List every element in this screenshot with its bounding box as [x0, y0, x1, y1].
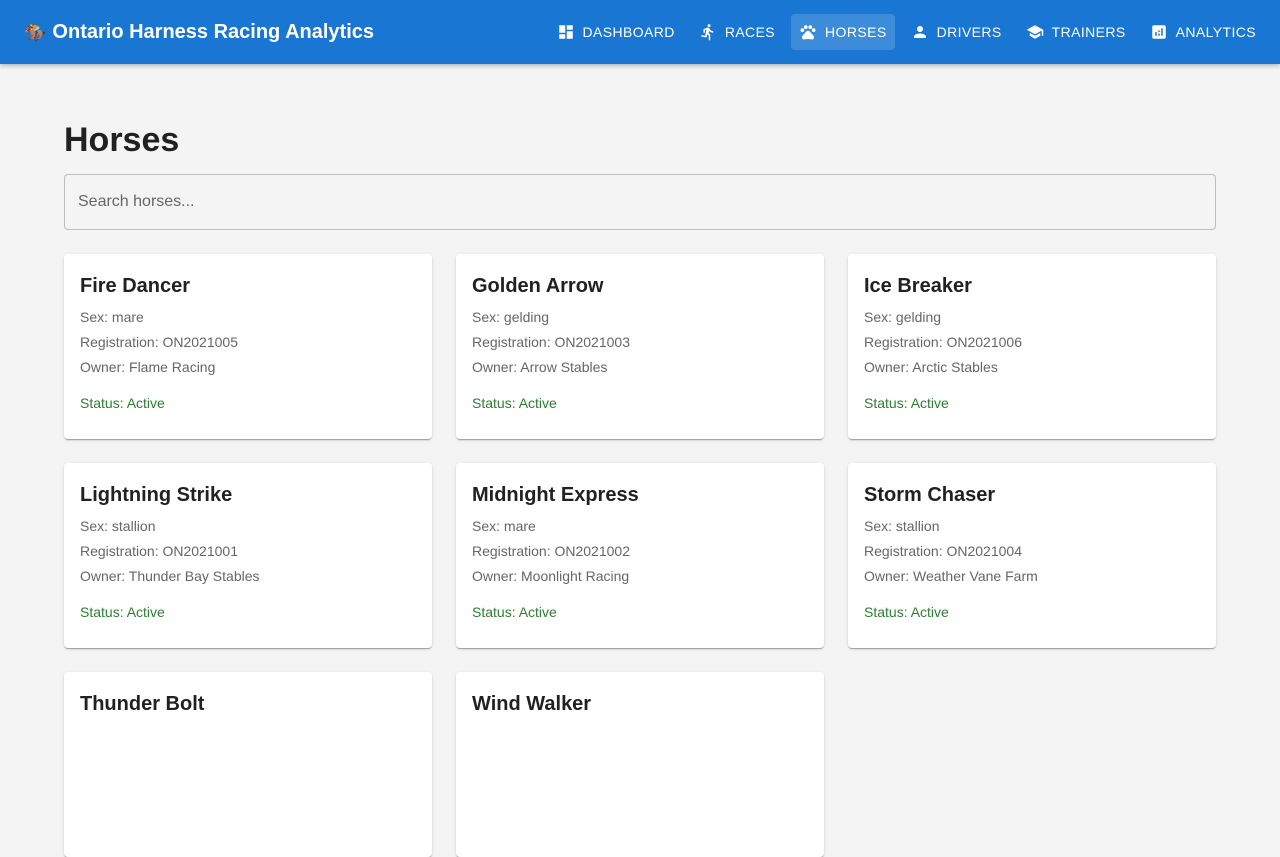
search-input[interactable] — [64, 174, 1216, 230]
horse-registration: Registration: ON2021001 — [80, 543, 238, 559]
horse-name: Fire Dancer — [80, 275, 191, 297]
horse-sex: Sex: mare — [80, 309, 144, 325]
horse-name: Golden Arrow — [472, 275, 604, 297]
horse-card[interactable]: Golden Arrow Sex: gelding Registration: … — [456, 254, 824, 439]
horse-sex: Sex: mare — [472, 518, 536, 534]
horse-owner: Owner: Thunder Bay Stables — [80, 568, 260, 584]
nav-trainers-label: TRAINERS — [1051, 24, 1126, 40]
horse-registration: Registration: ON2021002 — [472, 543, 630, 559]
horse-sex: Sex: gelding — [864, 309, 942, 325]
nav-dashboard-label: DASHBOARD — [582, 24, 675, 40]
nav-analytics-label: ANALYTICS — [1175, 24, 1256, 40]
nav-trainers-button[interactable]: TRAINERS — [1018, 14, 1134, 50]
horse-card-grid: Fire Dancer Sex: mare Registration: ON20… — [64, 254, 1216, 857]
horse-registration: Registration: ON2021004 — [864, 543, 1022, 559]
horse-owner: Owner: Moonlight Racing — [472, 568, 630, 584]
horse-card[interactable]: Lightning Strike Sex: stallion Registrat… — [64, 463, 432, 648]
run-icon — [700, 24, 714, 41]
horse-owner: Owner: Arrow Stables — [472, 359, 608, 375]
nav-horses-button[interactable]: HORSES — [791, 14, 895, 50]
nav-drivers-label: DRIVERS — [936, 24, 1002, 40]
horse-name: Thunder Bolt — [80, 693, 205, 715]
horse-name: Storm Chaser — [864, 484, 996, 506]
nav-analytics-button[interactable]: ANALYTICS — [1142, 14, 1264, 50]
nav-drivers-button[interactable]: DRIVERS — [903, 14, 1010, 50]
main-content: Horses Fire Dancer Sex: mare Registratio… — [64, 64, 1216, 857]
horse-card[interactable]: Midnight Express Sex: mare Registration:… — [456, 463, 824, 648]
horse-status: Status: Active — [80, 604, 165, 620]
horse-owner: Owner: Arctic Stables — [864, 359, 998, 375]
horse-card[interactable]: Thunder Bolt — [64, 672, 432, 857]
horse-sex: Sex: gelding — [472, 309, 550, 325]
horse-status: Status: Active — [472, 604, 557, 620]
horse-racing-icon: 🏇 — [24, 22, 47, 42]
horse-card[interactable]: Fire Dancer Sex: mare Registration: ON20… — [64, 254, 432, 439]
horse-name: Midnight Express — [472, 484, 639, 506]
horse-name: Wind Walker — [472, 693, 592, 715]
horse-card[interactable]: Wind Walker — [456, 672, 824, 857]
horse-card[interactable]: Ice Breaker Sex: gelding Registration: O… — [848, 254, 1216, 439]
app-title: Ontario Harness Racing Analytics — [52, 20, 375, 43]
main-nav: DASHBOARD RACES HORSES DRIVERS TRAINERS … — [549, 14, 1264, 50]
paw-icon — [800, 25, 816, 40]
horse-status: Status: Active — [864, 604, 949, 620]
nav-races-button[interactable]: RACES — [691, 14, 783, 50]
nav-races-label: RACES — [724, 24, 776, 40]
dashboard-icon — [558, 25, 573, 39]
horse-owner: Owner: Weather Vane Farm — [864, 568, 1038, 584]
horse-name: Lightning Strike — [80, 484, 233, 506]
school-icon — [1026, 25, 1043, 39]
horse-owner: Owner: Flame Racing — [80, 359, 216, 375]
person-icon — [913, 26, 926, 38]
horse-status: Status: Active — [864, 395, 949, 411]
horse-card[interactable]: Storm Chaser Sex: stallion Registration:… — [848, 463, 1216, 648]
horse-registration: Registration: ON2021006 — [864, 334, 1022, 350]
horse-registration: Registration: ON2021005 — [80, 334, 238, 350]
horse-sex: Sex: stallion — [80, 518, 156, 534]
horse-registration: Registration: ON2021003 — [472, 334, 630, 350]
horse-sex: Sex: stallion — [864, 518, 940, 534]
analytics-icon — [1151, 25, 1166, 39]
brand[interactable]: 🏇 Ontario Harness Racing Analytics — [24, 21, 374, 44]
page-title: Horses — [64, 121, 180, 159]
horse-status: Status: Active — [472, 395, 557, 411]
app-bar: 🏇 Ontario Harness Racing Analytics DASHB… — [0, 0, 1280, 64]
horse-name: Ice Breaker — [864, 275, 972, 297]
nav-horses-label: HORSES — [825, 24, 887, 40]
nav-dashboard-button[interactable]: DASHBOARD — [549, 14, 683, 50]
horse-status: Status: Active — [80, 395, 165, 411]
